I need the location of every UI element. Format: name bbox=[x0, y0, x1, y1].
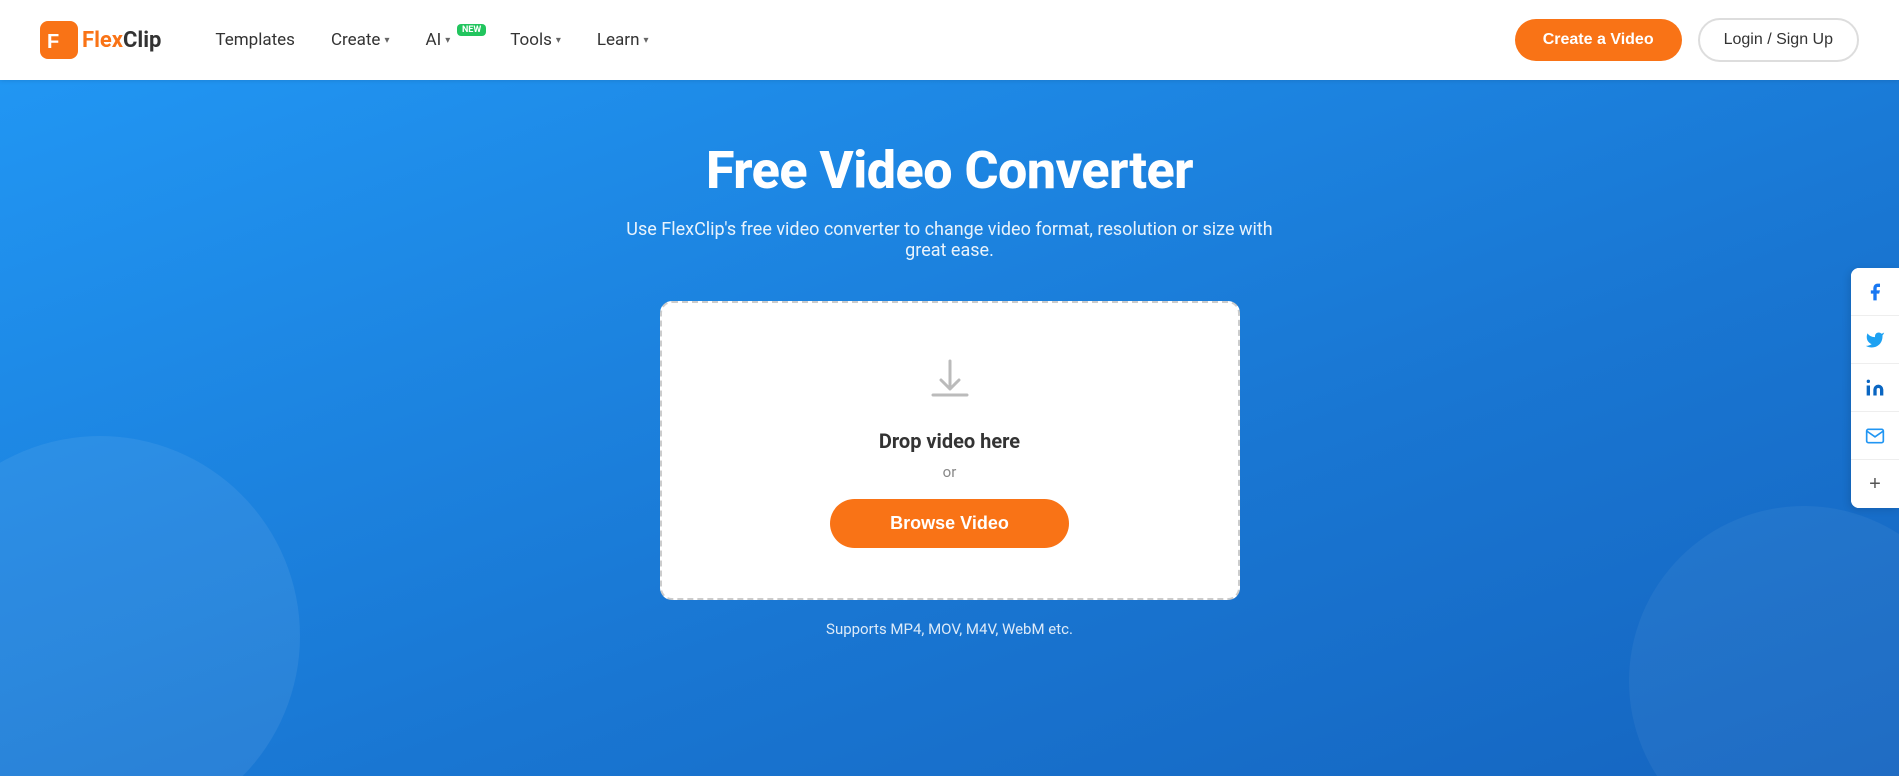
nav-ai[interactable]: AI NEW ▾ bbox=[411, 22, 488, 58]
nav-templates[interactable]: Templates bbox=[201, 22, 309, 58]
login-signup-button[interactable]: Login / Sign Up bbox=[1698, 18, 1859, 62]
supports-text: Supports MP4, MOV, M4V, WebM etc. bbox=[826, 620, 1073, 638]
nav-learn[interactable]: Learn ▾ bbox=[583, 22, 663, 58]
logo-text: FlexClip bbox=[82, 28, 161, 53]
hero-title: Free Video Converter bbox=[706, 140, 1193, 201]
nav-tools[interactable]: Tools ▾ bbox=[496, 22, 575, 58]
ai-chevron-icon: ▾ bbox=[445, 35, 450, 46]
social-sidebar: + bbox=[1851, 268, 1899, 508]
hero-subtitle: Use FlexClip's free video converter to c… bbox=[610, 219, 1290, 261]
upload-card[interactable]: Drop video here or Browse Video bbox=[660, 301, 1240, 600]
drop-text: Drop video here bbox=[879, 429, 1020, 453]
logo[interactable]: F FlexClip bbox=[40, 21, 161, 59]
nav-links: Templates Create ▾ AI NEW ▾ Tools ▾ Lear… bbox=[201, 22, 1514, 58]
twitter-share-button[interactable] bbox=[1851, 316, 1899, 364]
linkedin-share-button[interactable] bbox=[1851, 364, 1899, 412]
more-share-button[interactable]: + bbox=[1851, 460, 1899, 508]
nav-create[interactable]: Create ▾ bbox=[317, 22, 404, 58]
hero-section: Free Video Converter Use FlexClip's free… bbox=[0, 80, 1899, 776]
browse-video-button[interactable]: Browse Video bbox=[830, 499, 1069, 548]
tools-chevron-icon: ▾ bbox=[556, 35, 561, 46]
nav-actions: Create a Video Login / Sign Up bbox=[1515, 18, 1859, 62]
email-share-button[interactable] bbox=[1851, 412, 1899, 460]
navbar: F FlexClip Templates Create ▾ AI NEW ▾ T… bbox=[0, 0, 1899, 80]
learn-chevron-icon: ▾ bbox=[643, 35, 648, 46]
upload-icon bbox=[923, 353, 977, 411]
ai-new-badge: NEW bbox=[457, 24, 486, 36]
logo-icon: F bbox=[40, 21, 78, 59]
svg-text:F: F bbox=[47, 31, 59, 53]
or-text: or bbox=[943, 463, 957, 481]
create-chevron-icon: ▾ bbox=[384, 35, 389, 46]
facebook-share-button[interactable] bbox=[1851, 268, 1899, 316]
create-video-button[interactable]: Create a Video bbox=[1515, 19, 1682, 61]
